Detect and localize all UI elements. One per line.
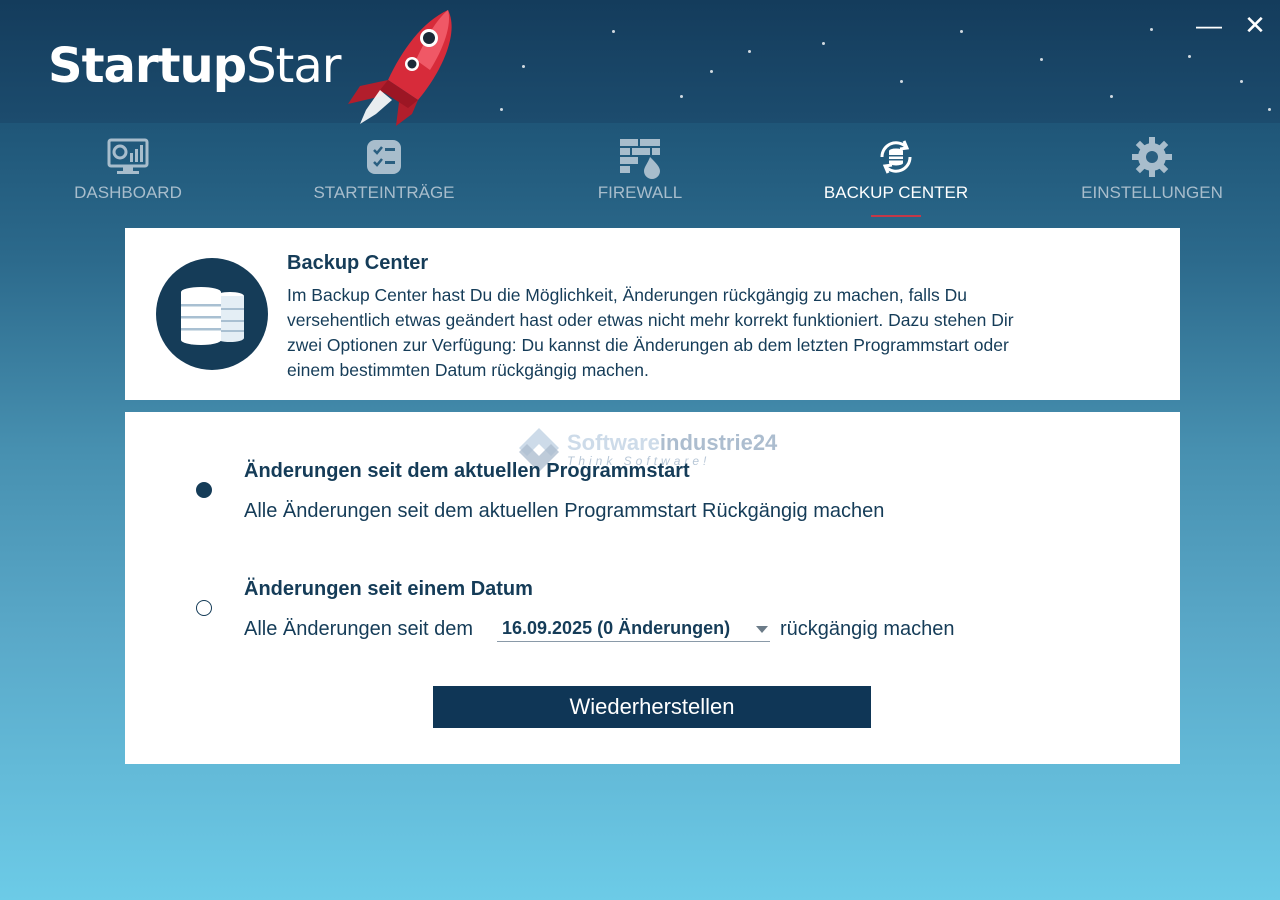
star-decoration	[748, 50, 751, 53]
app-window: StartupStar — ✕ DASHBOARD STARTEINTRÄGE …	[0, 0, 1280, 900]
star-decoration	[522, 65, 525, 68]
option-date-title: Änderungen seit einem Datum	[244, 578, 533, 600]
logo-bold-text: Startup	[48, 38, 247, 94]
star-decoration	[900, 80, 903, 83]
gear-icon	[1132, 137, 1172, 177]
star-decoration	[1240, 80, 1243, 83]
option-date-suffix: rückgängig machen	[780, 618, 955, 640]
database-icon	[156, 258, 268, 370]
tab-firewall[interactable]: FIREWALL	[530, 131, 750, 221]
tab-label: BACKUP CENTER	[823, 183, 969, 202]
option-program-start-title: Änderungen seit dem aktuellen Programmst…	[244, 460, 690, 482]
checklist-icon	[367, 140, 401, 174]
main-navigation: DASHBOARD STARTEINTRÄGE FIREWALL BACKUP …	[0, 123, 1280, 223]
date-select[interactable]: 16.09.2025 (0 Änderungen)	[497, 618, 770, 642]
watermark-text: Softwareindustrie24	[567, 430, 777, 456]
rocket-icon	[348, 10, 452, 126]
tab-dashboard[interactable]: DASHBOARD	[18, 131, 238, 221]
option-program-start-description: Alle Änderungen seit dem aktuellen Progr…	[244, 500, 885, 522]
restore-button[interactable]: Wiederherstellen	[433, 686, 871, 728]
active-tab-indicator	[871, 215, 921, 217]
tab-label: EINSTELLUNGEN	[1081, 183, 1223, 202]
app-logo: StartupStar	[48, 38, 342, 94]
info-description: Im Backup Center hast Du die Möglichkeit…	[287, 285, 1014, 380]
dashboard-icon	[107, 138, 149, 174]
tab-starteintraege[interactable]: STARTEINTRÄGE	[274, 131, 494, 221]
star-decoration	[1188, 55, 1191, 58]
restore-options-card: Softwareindustrie24 Think Software! Ände…	[125, 412, 1180, 764]
date-select-value: 16.09.2025 (0 Änderungen)	[502, 618, 731, 638]
logo-light-text: Star	[246, 38, 341, 94]
star-decoration	[680, 95, 683, 98]
tab-label: FIREWALL	[597, 183, 683, 202]
option-date-radio[interactable]	[196, 600, 212, 616]
tab-einstellungen[interactable]: EINSTELLUNGEN	[1042, 131, 1262, 221]
star-decoration	[1110, 95, 1113, 98]
watermark-text-post: industrie24	[659, 430, 778, 455]
star-decoration	[1268, 108, 1271, 111]
minimize-button[interactable]: —	[1192, 8, 1226, 42]
star-decoration	[500, 108, 503, 111]
star-decoration	[822, 42, 825, 45]
firewall-icon	[620, 139, 660, 179]
header-banner: StartupStar — ✕	[0, 0, 1280, 126]
star-decoration	[1150, 28, 1153, 31]
star-decoration	[1040, 58, 1043, 61]
chevron-down-icon	[756, 626, 768, 633]
tab-label: STARTEINTRÄGE	[313, 183, 455, 202]
star-decoration	[612, 30, 615, 33]
watermark-text-pre: Software	[567, 430, 660, 455]
info-card: Backup Center Im Backup Center hast Du d…	[125, 228, 1180, 400]
tab-backup-center[interactable]: BACKUP CENTER	[786, 131, 1006, 221]
star-decoration	[960, 30, 963, 33]
option-date-prefix: Alle Änderungen seit dem	[244, 618, 474, 640]
option-program-start-radio[interactable]	[196, 482, 212, 498]
backup-icon	[880, 140, 912, 174]
close-button[interactable]: ✕	[1238, 8, 1272, 42]
tab-label: DASHBOARD	[74, 183, 182, 202]
info-title: Backup Center	[287, 252, 429, 274]
star-decoration	[710, 70, 713, 73]
